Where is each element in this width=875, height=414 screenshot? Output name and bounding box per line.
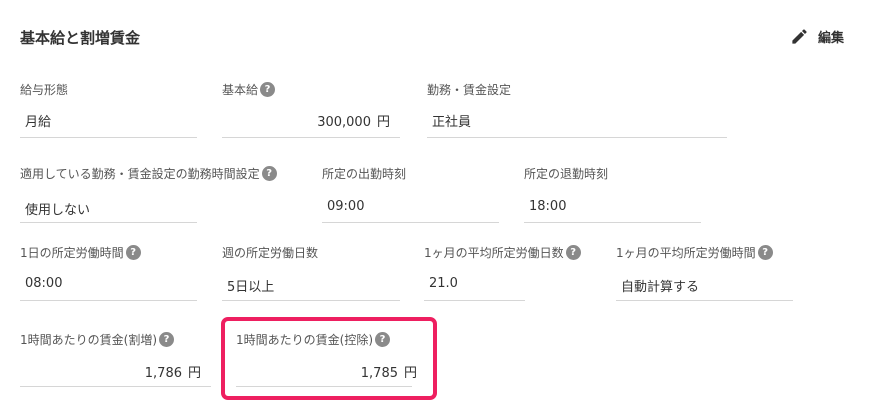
field-label: 所定の出勤時刻 — [322, 167, 407, 181]
underline — [20, 386, 211, 387]
field-label: 勤務・賃金設定 — [427, 83, 512, 97]
field-end-time: 所定の退勤時刻 18:00 — [524, 165, 701, 223]
field-label: 給与形態 — [20, 83, 69, 97]
help-icon[interactable]: ? — [159, 332, 174, 347]
field-label: 1ヶ月の平均所定労働時間 — [616, 246, 756, 260]
unit: 円 — [376, 115, 390, 130]
field-monthly-days: 1ヶ月の平均所定労働日数 ? 21.0 — [424, 244, 581, 302]
field-label: 所定の退勤時刻 — [524, 167, 609, 181]
underline — [524, 222, 701, 223]
help-icon[interactable]: ? — [125, 245, 141, 260]
unit: 円 — [187, 366, 201, 381]
field-value: 自動計算する — [621, 280, 700, 295]
field-start-time: 所定の出勤時刻 09:00 — [322, 165, 499, 223]
field-value: 08:00 — [25, 276, 63, 291]
underline — [20, 137, 197, 138]
help-icon[interactable]: ? — [261, 166, 277, 181]
field-label: 適用している勤務・賃金設定の勤務時間設定 — [20, 167, 260, 181]
field-base-pay: 基本給 ? 300,000 円 — [222, 81, 400, 139]
amount: 1,786 — [144, 366, 182, 381]
field-label: 1ヶ月の平均所定労働日数 — [424, 246, 564, 260]
underline — [20, 222, 197, 223]
help-icon[interactable]: ? — [757, 245, 773, 260]
pencil-icon — [792, 29, 807, 44]
edit-label: 編集 — [818, 31, 845, 46]
field-value: 正社員 — [432, 115, 472, 130]
field-label: 基本給 — [222, 83, 259, 97]
field-value: 21.0 — [429, 276, 458, 291]
field-value: 09:00 — [327, 199, 365, 214]
field-hourly-premium: 1時間あたりの賃金(割増) ? 1,786 円 — [20, 331, 211, 391]
underline — [427, 137, 727, 138]
field-work-setting: 勤務・賃金設定 正社員 — [427, 81, 727, 139]
field-value: 月給 — [25, 115, 52, 130]
field-value: 5日以上 — [227, 280, 275, 295]
field-daily-hours: 1日の所定労働時間 ? 08:00 — [20, 244, 197, 302]
underline — [222, 137, 400, 138]
underline — [424, 300, 525, 301]
help-icon[interactable]: ? — [260, 82, 276, 97]
field-apply-hours: 適用している勤務・賃金設定の勤務時間設定 ? 使用しない — [20, 165, 277, 223]
field-monthly-hours: 1ヶ月の平均所定労働時間 ? 自動計算する — [616, 244, 793, 302]
card-title: 基本給と割増賃金 — [20, 29, 141, 47]
field-label: 1日の所定労働時間 — [20, 246, 124, 260]
underline — [20, 300, 197, 301]
field-value: 300,000 円 — [222, 111, 400, 130]
underline — [322, 222, 499, 223]
field-value: 1,786 円 — [20, 362, 211, 381]
amount: 300,000 — [317, 115, 371, 130]
field-value: 18:00 — [529, 199, 567, 214]
highlight-box — [221, 317, 437, 400]
field-label: 週の所定労働日数 — [222, 246, 319, 260]
underline — [222, 300, 400, 301]
field-label: 1時間あたりの賃金(割増) — [20, 333, 157, 347]
field-pay-type: 給与形態 月給 — [20, 81, 197, 139]
field-value: 使用しない — [25, 203, 91, 218]
help-icon[interactable]: ? — [565, 245, 581, 260]
field-weekly-days: 週の所定労働日数 5日以上 — [222, 244, 400, 302]
underline — [616, 300, 793, 301]
edit-button[interactable]: 編集 — [790, 27, 844, 46]
